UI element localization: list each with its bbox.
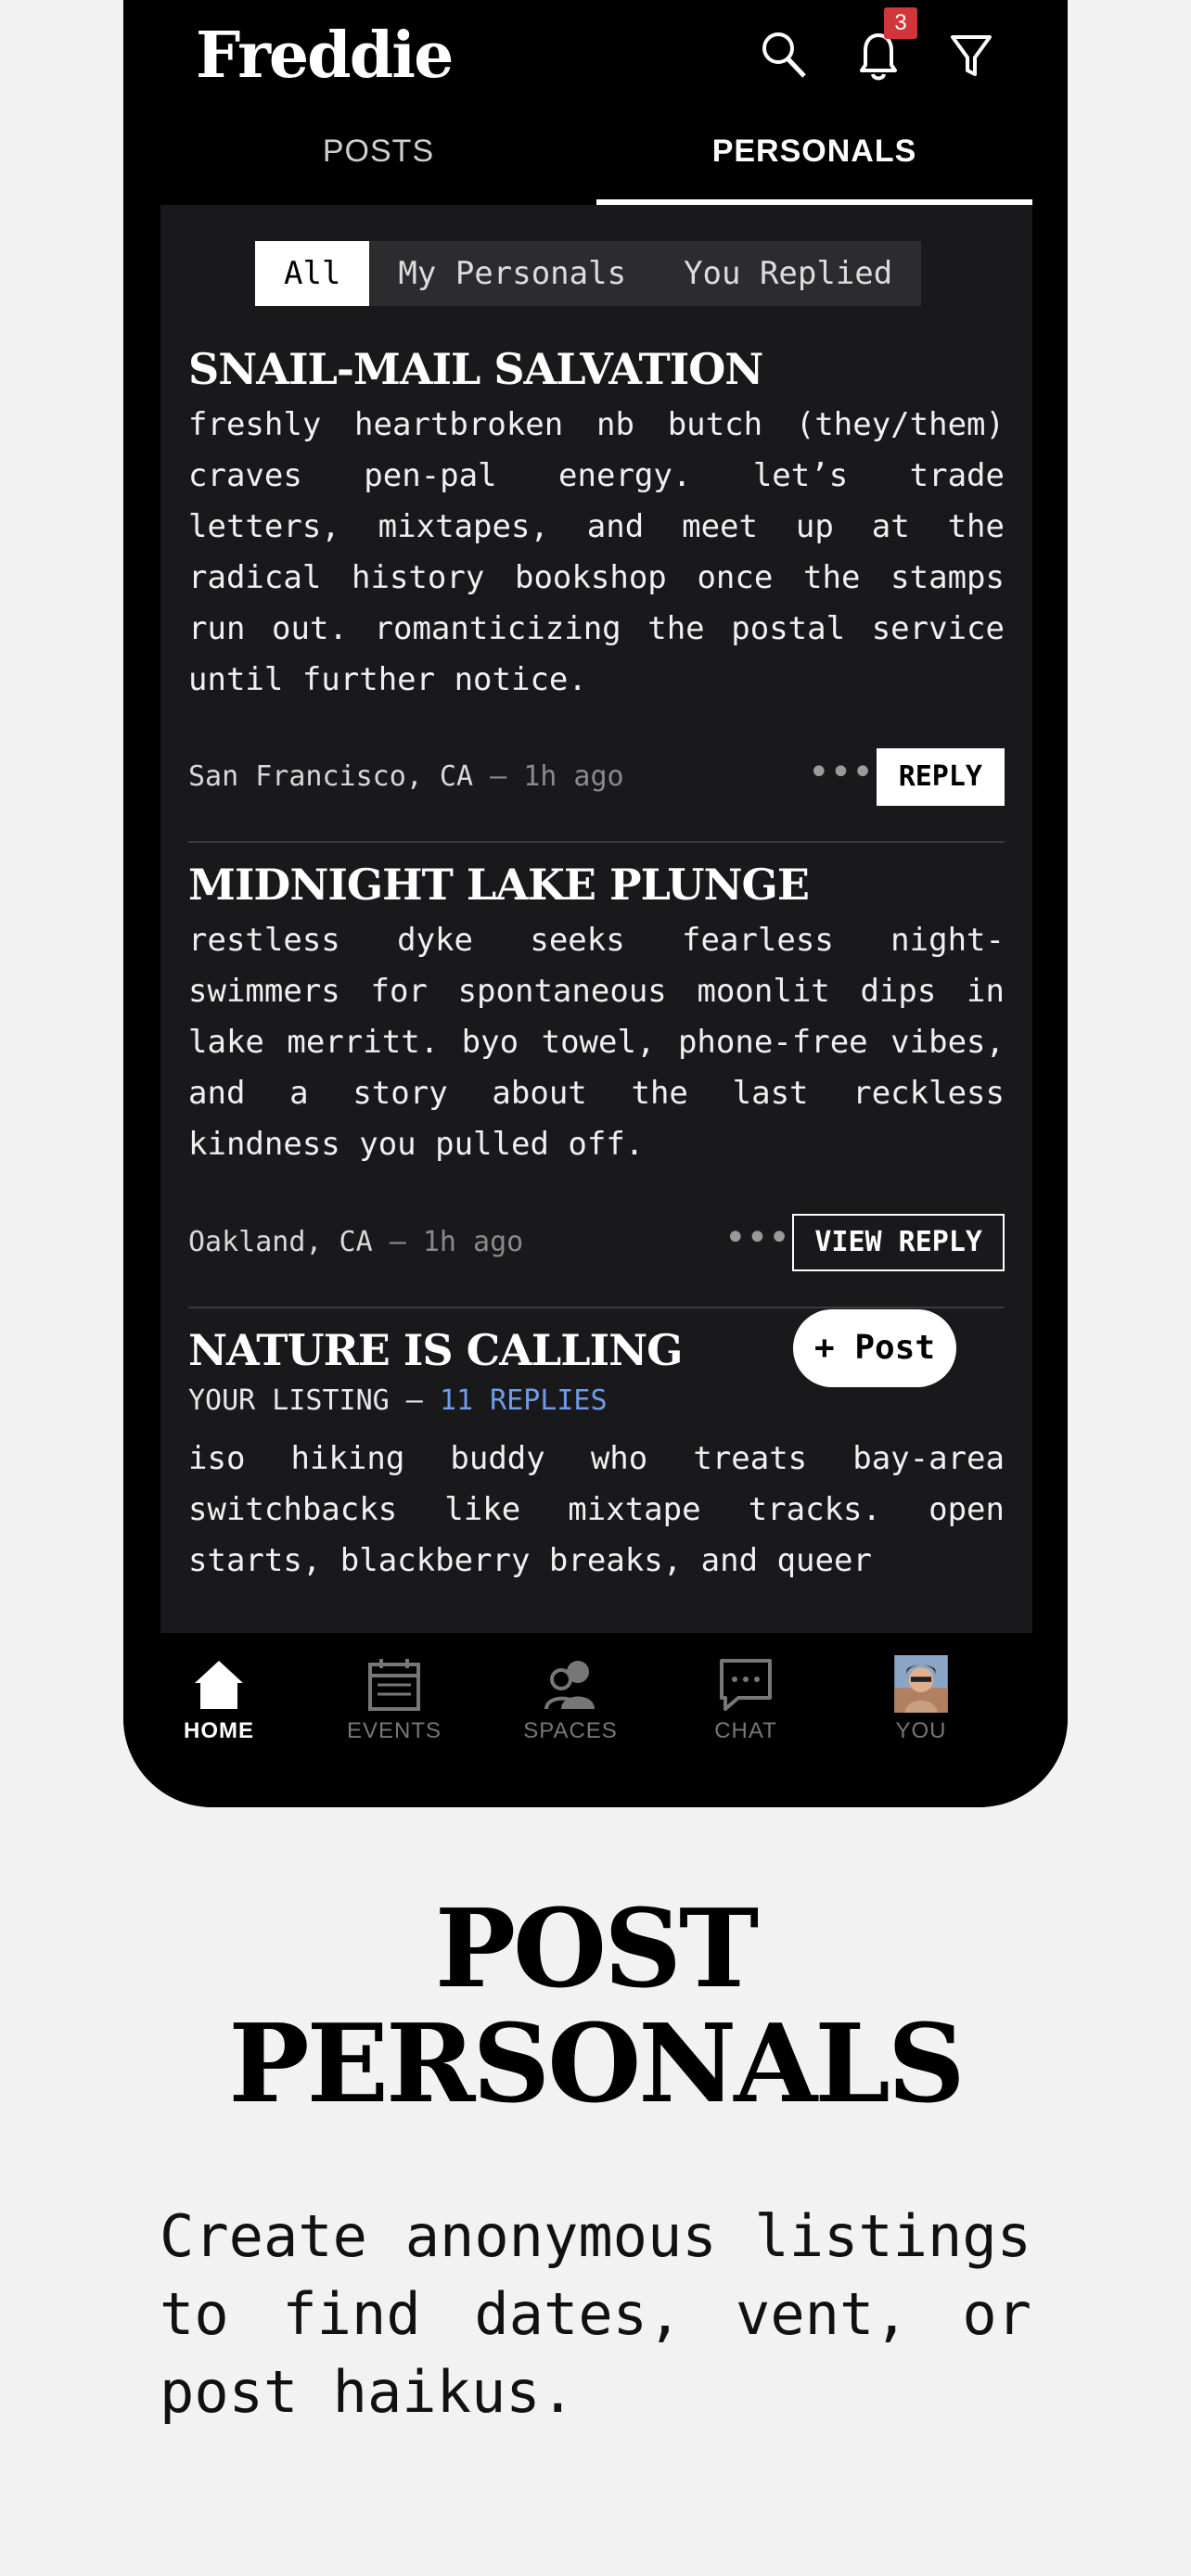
reply-button[interactable]: REPLY	[876, 748, 1005, 806]
post-body: freshly heartbroken nb butch (they/them)…	[188, 406, 1005, 698]
nav-label: EVENTS	[346, 1718, 442, 1743]
filter-segmented-control: All My Personals You Replied	[255, 241, 922, 306]
post-body: restless dyke seeks fearless night-swimm…	[188, 922, 1005, 1163]
post-time: – 1h ago	[490, 760, 624, 793]
marketing-subtext: Create anonymous listings to find dates,…	[160, 2202, 1031, 2426]
post-meta: Oakland, CA – 1h ago ••• VIEW REPLY	[188, 1214, 1005, 1271]
your-listing-label: YOUR LISTING –	[188, 1384, 423, 1417]
nav-label: SPACES	[523, 1718, 618, 1743]
filter-my-personals[interactable]: My Personals	[369, 241, 655, 306]
nav-home[interactable]: HOME	[163, 1655, 275, 1744]
filter-icon[interactable]	[945, 26, 997, 85]
post-title: SNAIL-MAIL SALVATION	[188, 344, 763, 394]
post-card[interactable]: SNAIL-MAIL SALVATION freshly heartbroken…	[188, 344, 1005, 806]
headline-line-1: POST	[434, 1886, 759, 2012]
calendar-icon	[368, 1659, 420, 1711]
tab-bar: POSTS PERSONALS	[160, 116, 1032, 205]
phone-frame: Freddie 3 POSTS PERSONALS All My Persona…	[123, 0, 1068, 1807]
nav-you[interactable]: YOU	[865, 1655, 977, 1744]
post-time: – 1h ago	[389, 1226, 524, 1258]
filter-all[interactable]: All	[255, 241, 370, 306]
new-post-button[interactable]: + Post	[793, 1309, 956, 1387]
post-meta: San Francisco, CA – 1h ago ••• REPLY	[188, 748, 1005, 806]
listing-info: YOUR LISTING – 11 REPLIES	[188, 1384, 1005, 1417]
divider	[188, 841, 1005, 843]
post-location: Oakland, CA – 1h ago	[188, 1226, 524, 1258]
bottom-nav: HOME EVENTS SPACES CHAT YOU	[123, 1633, 1068, 1807]
nav-label: CHAT	[714, 1718, 777, 1743]
tab-posts[interactable]: POSTS	[160, 116, 596, 205]
divider	[188, 1307, 1005, 1308]
filter-you-replied[interactable]: You Replied	[655, 241, 921, 306]
post-location: San Francisco, CA – 1h ago	[188, 760, 624, 793]
tab-personals[interactable]: PERSONALS	[596, 116, 1032, 205]
marketing-headline: POST PERSONALS	[0, 1892, 1191, 2122]
personals-feed[interactable]: All My Personals You Replied SNAIL-MAIL …	[160, 205, 1032, 1633]
headline-line-2: PERSONALS	[228, 2001, 965, 2127]
replies-link[interactable]: 11 REPLIES	[440, 1384, 608, 1417]
avatar	[894, 1655, 948, 1713]
post-title: MIDNIGHT LAKE PLUNGE	[188, 860, 810, 910]
nav-chat[interactable]: CHAT	[690, 1655, 801, 1744]
nav-spaces[interactable]: SPACES	[515, 1655, 626, 1744]
post-card[interactable]: MIDNIGHT LAKE PLUNGE restless dyke seeks…	[188, 860, 1005, 1271]
search-icon[interactable]	[758, 26, 810, 85]
bell-icon[interactable]: 3	[852, 7, 917, 85]
more-options-icon[interactable]: •••	[724, 1214, 790, 1271]
notification-badge: 3	[884, 7, 917, 39]
home-icon	[195, 1661, 243, 1709]
people-icon	[544, 1661, 595, 1710]
nav-events[interactable]: EVENTS	[339, 1655, 450, 1744]
more-options-icon[interactable]: •••	[808, 748, 874, 806]
nav-label: HOME	[184, 1718, 254, 1743]
post-body: iso hiking buddy who treats bay-area swi…	[188, 1440, 1005, 1579]
view-reply-button[interactable]: VIEW REPLY	[792, 1214, 1005, 1271]
app-title: Freddie	[196, 19, 454, 93]
nav-label: YOU	[895, 1718, 947, 1743]
chat-icon	[720, 1659, 772, 1711]
